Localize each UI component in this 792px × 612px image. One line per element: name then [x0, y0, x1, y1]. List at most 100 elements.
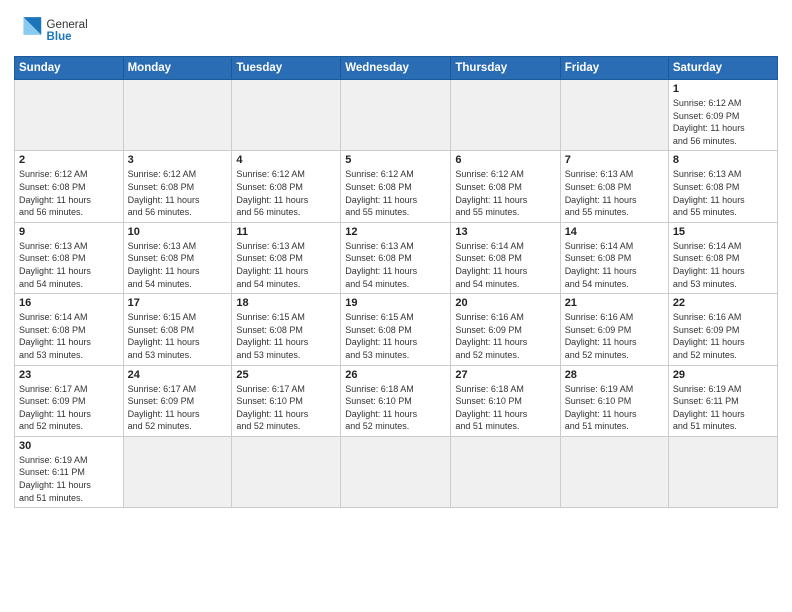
day-info: Sunrise: 6:16 AMSunset: 6:09 PMDaylight:… [565, 311, 664, 361]
sunset-text: Sunset: 6:08 PM [455, 182, 522, 192]
sunrise-text: Sunrise: 6:12 AM [673, 98, 742, 108]
daylight-line2: and 53 minutes. [345, 350, 409, 360]
sunrise-text: Sunrise: 6:19 AM [673, 384, 742, 394]
daylight-line1: Daylight: 11 hours [673, 123, 745, 133]
day-number: 10 [128, 226, 228, 238]
week-row-1: 1Sunrise: 6:12 AMSunset: 6:09 PMDaylight… [15, 80, 778, 151]
day-info: Sunrise: 6:17 AMSunset: 6:09 PMDaylight:… [19, 383, 119, 433]
day-number: 24 [128, 369, 228, 381]
day-cell-12: 12Sunrise: 6:13 AMSunset: 6:08 PMDayligh… [341, 222, 451, 293]
day-cell-7: 7Sunrise: 6:13 AMSunset: 6:08 PMDaylight… [560, 151, 668, 222]
daylight-line1: Daylight: 11 hours [565, 337, 637, 347]
day-cell-4: 4Sunrise: 6:12 AMSunset: 6:08 PMDaylight… [232, 151, 341, 222]
sunrise-text: Sunrise: 6:19 AM [19, 455, 88, 465]
sunset-text: Sunset: 6:08 PM [19, 325, 86, 335]
day-info: Sunrise: 6:13 AMSunset: 6:08 PMDaylight:… [128, 240, 228, 290]
daylight-line2: and 54 minutes. [345, 279, 409, 289]
sunrise-text: Sunrise: 6:14 AM [455, 241, 524, 251]
daylight-line1: Daylight: 11 hours [236, 409, 308, 419]
day-number: 14 [565, 226, 664, 238]
day-cell-2: 2Sunrise: 6:12 AMSunset: 6:08 PMDaylight… [15, 151, 124, 222]
day-info: Sunrise: 6:14 AMSunset: 6:08 PMDaylight:… [673, 240, 773, 290]
day-cell-3: 3Sunrise: 6:12 AMSunset: 6:08 PMDaylight… [123, 151, 232, 222]
week-row-4: 16Sunrise: 6:14 AMSunset: 6:08 PMDayligh… [15, 294, 778, 365]
day-cell-23: 23Sunrise: 6:17 AMSunset: 6:09 PMDayligh… [15, 365, 124, 436]
sunset-text: Sunset: 6:08 PM [345, 325, 412, 335]
sunset-text: Sunset: 6:10 PM [455, 396, 522, 406]
day-info: Sunrise: 6:19 AMSunset: 6:10 PMDaylight:… [565, 383, 664, 433]
sunrise-text: Sunrise: 6:18 AM [345, 384, 414, 394]
daylight-line2: and 56 minutes. [19, 207, 83, 217]
daylight-line1: Daylight: 11 hours [673, 266, 745, 276]
sunrise-text: Sunrise: 6:19 AM [565, 384, 634, 394]
daylight-line1: Daylight: 11 hours [236, 195, 308, 205]
day-info: Sunrise: 6:13 AMSunset: 6:08 PMDaylight:… [19, 240, 119, 290]
day-info: Sunrise: 6:18 AMSunset: 6:10 PMDaylight:… [455, 383, 555, 433]
daylight-line1: Daylight: 11 hours [19, 409, 91, 419]
sunset-text: Sunset: 6:08 PM [19, 182, 86, 192]
day-cell-30: 30Sunrise: 6:19 AMSunset: 6:11 PMDayligh… [15, 436, 124, 507]
day-cell-24: 24Sunrise: 6:17 AMSunset: 6:09 PMDayligh… [123, 365, 232, 436]
day-info: Sunrise: 6:13 AMSunset: 6:08 PMDaylight:… [236, 240, 336, 290]
day-number: 26 [345, 369, 446, 381]
day-cell-16: 16Sunrise: 6:14 AMSunset: 6:08 PMDayligh… [15, 294, 124, 365]
day-info: Sunrise: 6:12 AMSunset: 6:08 PMDaylight:… [455, 168, 555, 218]
sunset-text: Sunset: 6:08 PM [565, 182, 632, 192]
day-number: 28 [565, 369, 664, 381]
daylight-line2: and 52 minutes. [565, 350, 629, 360]
page: General Blue SundayMondayTuesdayWednesda… [0, 0, 792, 612]
day-info: Sunrise: 6:13 AMSunset: 6:08 PMDaylight:… [345, 240, 446, 290]
sunset-text: Sunset: 6:10 PM [565, 396, 632, 406]
sunset-text: Sunset: 6:08 PM [565, 253, 632, 263]
daylight-line2: and 52 minutes. [19, 421, 83, 431]
day-info: Sunrise: 6:15 AMSunset: 6:08 PMDaylight:… [128, 311, 228, 361]
sunrise-text: Sunrise: 6:17 AM [236, 384, 305, 394]
day-number: 30 [19, 440, 119, 452]
sunset-text: Sunset: 6:09 PM [128, 396, 195, 406]
day-cell-10: 10 Sunrise: 6:13 AMSunset: 6:08 PMDayligh… [123, 222, 232, 293]
day-cell-25: 25Sunrise: 6:17 AMSunset: 6:10 PMDayligh… [232, 365, 341, 436]
sunrise-text: Sunrise: 6:16 AM [455, 312, 524, 322]
daylight-line1: Daylight: 11 hours [455, 409, 527, 419]
daylight-line1: Daylight: 11 hours [236, 337, 308, 347]
day-cell-empty [341, 436, 451, 507]
daylight-line2: and 54 minutes. [565, 279, 629, 289]
daylight-line2: and 51 minutes. [19, 493, 83, 503]
daylight-line1: Daylight: 11 hours [19, 195, 91, 205]
daylight-line1: Daylight: 11 hours [455, 266, 527, 276]
sunrise-text: Sunrise: 6:15 AM [236, 312, 305, 322]
header: General Blue [14, 10, 778, 50]
sunset-text: Sunset: 6:09 PM [455, 325, 522, 335]
daylight-line2: and 52 minutes. [236, 421, 300, 431]
day-number: 7 [565, 154, 664, 166]
day-cell-14: 14 Sunrise: 6:14 AMSunset: 6:08 PMDayligh… [560, 222, 668, 293]
daylight-line2: and 51 minutes. [673, 421, 737, 431]
day-info: Sunrise: 6:12 AMSunset: 6:09 PMDaylight:… [673, 97, 773, 147]
sunrise-text: Sunrise: 6:15 AM [128, 312, 197, 322]
daylight-line1: Daylight: 11 hours [673, 195, 745, 205]
day-cell-empty [451, 436, 560, 507]
day-cell-empty [668, 436, 777, 507]
sunrise-text: Sunrise: 6:16 AM [565, 312, 634, 322]
weekday-header-row: SundayMondayTuesdayWednesdayThursdayFrid… [15, 57, 778, 80]
day-number: 13 [455, 226, 555, 238]
day-cell-18: 18Sunrise: 6:15 AMSunset: 6:08 PMDayligh… [232, 294, 341, 365]
day-cell-empty [560, 80, 668, 151]
day-number: 17 [128, 297, 228, 309]
sunrise-text: Sunrise: 6:13 AM [673, 169, 742, 179]
sunrise-text: Sunrise: 6:17 AM [19, 384, 88, 394]
day-info: Sunrise: 6:13 AM Sunset: 6:08 PM Daylight:… [673, 168, 773, 218]
week-row-3: 9Sunrise: 6:13 AMSunset: 6:08 PMDaylight… [15, 222, 778, 293]
sunset-text: Sunset: 6:08 PM [673, 182, 740, 192]
day-cell-15: 15Sunrise: 6:14 AMSunset: 6:08 PMDayligh… [668, 222, 777, 293]
day-cell-17: 17 Sunrise: 6:15 AMSunset: 6:08 PMDayligh… [123, 294, 232, 365]
day-cell-29: 29Sunrise: 6:19 AMSunset: 6:11 PMDayligh… [668, 365, 777, 436]
daylight-line2: and 51 minutes. [565, 421, 629, 431]
sunrise-text: Sunrise: 6:13 AM [236, 241, 305, 251]
weekday-header-tuesday: Tuesday [232, 57, 341, 80]
sunset-text: Sunset: 6:08 PM [19, 253, 86, 263]
day-cell-empty [15, 80, 124, 151]
weekday-header-monday: Monday [123, 57, 232, 80]
daylight-line1: Daylight: 11 hours [19, 337, 91, 347]
day-info: Sunrise: 6:14 AMSunset: 6:08 PMDaylight:… [565, 240, 664, 290]
